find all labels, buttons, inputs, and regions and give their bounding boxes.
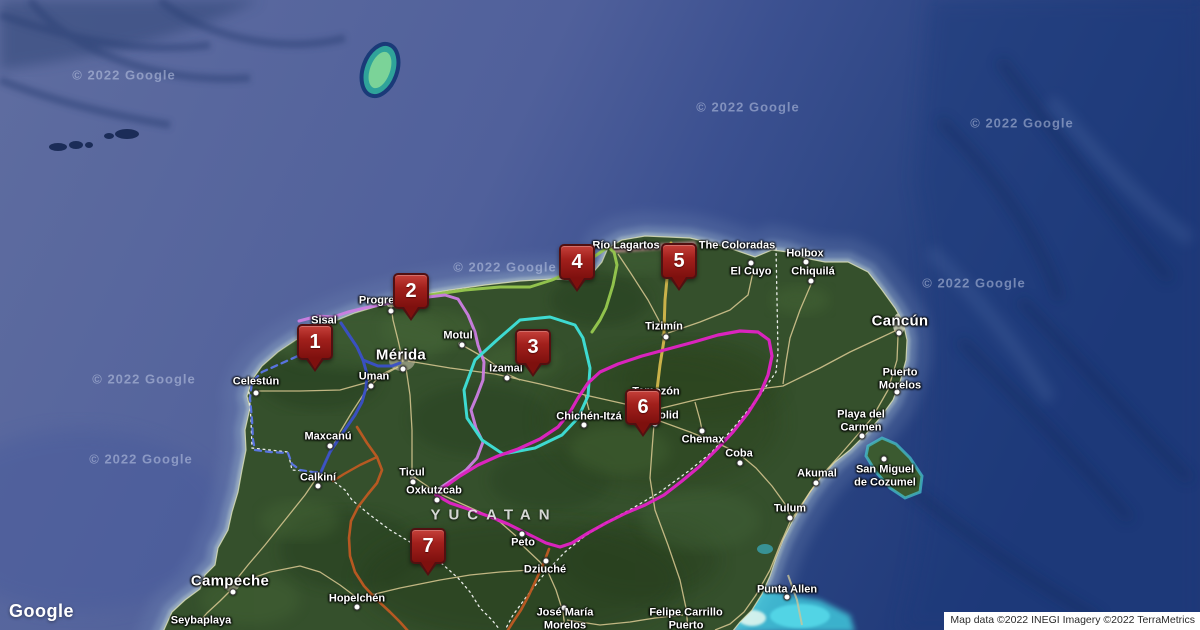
city-dot-maxcan — [327, 443, 334, 450]
google-watermark: © 2022 Google — [92, 372, 196, 387]
city-label-tulum: Tulum — [774, 503, 806, 516]
city-label-hopelch-n: Hopelchén — [329, 593, 385, 606]
city-label-dziuch: Dziuché — [524, 564, 566, 577]
marker-number: 2 — [405, 280, 416, 303]
city-label-campeche: Campeche — [191, 572, 269, 589]
city-label-the-coloradas: The Coloradas — [699, 240, 775, 253]
city-label-jos-mar-a-morelos: José María Morelos — [537, 606, 594, 630]
city-label-felipe-carrillo-puerto: Felipe Carrillo Puerto — [649, 606, 722, 630]
city-dot-chiquil — [808, 278, 815, 285]
marker-number: 5 — [673, 250, 684, 273]
city-dot-coba — [737, 460, 744, 467]
city-dot-izamal — [504, 375, 511, 382]
city-label-calkin: Calkiní — [300, 472, 336, 485]
map-marker-4[interactable]: 4 — [559, 244, 595, 280]
map-marker-2[interactable]: 2 — [393, 273, 429, 309]
city-dot-tulum — [787, 515, 794, 522]
city-label-ticul: Ticul — [399, 467, 424, 480]
city-label-m-rida: Mérida — [376, 346, 426, 363]
city-dot-oxkutzcab — [434, 497, 441, 504]
city-label-oxkutzcab: Oxkutzcab — [406, 485, 462, 498]
city-dot-uman — [368, 383, 375, 390]
city-label-akumal: Akumal — [797, 468, 837, 481]
city-dot-celest-n — [253, 390, 260, 397]
city-dot-m-rida — [400, 366, 407, 373]
city-label-coba: Coba — [725, 448, 753, 461]
city-label-chich-n-itz: Chichén-Itzá — [556, 411, 621, 424]
marker-number: 7 — [422, 535, 433, 558]
city-label-playa-del-carmen: Playa del Carmen — [837, 408, 885, 433]
city-label-r-o-lagartos: Río Lagartos — [592, 240, 659, 253]
city-label-tizim-n: Tizimín — [645, 321, 683, 334]
google-logo[interactable]: Google — [9, 601, 74, 622]
google-watermark: © 2022 Google — [72, 68, 176, 83]
city-label-seybaplaya: Seybaplaya — [171, 615, 232, 628]
city-label-punta-allen: Punta Allen — [757, 584, 817, 597]
map-canvas[interactable]: © 2022 Google © 2022 Google © 2022 Google ©… — [0, 0, 1200, 630]
city-dot-san-miguel-de-cozumel — [881, 456, 888, 463]
marker-number: 6 — [637, 396, 648, 419]
google-watermark: © 2022 Google — [453, 260, 557, 275]
map-marker-7[interactable]: 7 — [410, 528, 446, 564]
city-label-peto: Peto — [511, 537, 535, 550]
marker-number: 4 — [571, 251, 582, 274]
marker-number: 1 — [309, 331, 320, 354]
map-marker-6[interactable]: 6 — [625, 389, 661, 425]
city-dot-tizim-n — [663, 334, 670, 341]
city-label-motul: Motul — [443, 330, 472, 343]
google-watermark: © 2022 Google — [970, 116, 1074, 131]
google-watermark: © 2022 Google — [922, 276, 1026, 291]
marker-number: 3 — [527, 336, 538, 359]
city-label-puerto-morelos: Puerto Morelos — [879, 366, 921, 391]
city-dot-akumal — [813, 480, 820, 487]
map-overlay: © 2022 Google © 2022 Google © 2022 Google ©… — [0, 0, 1200, 630]
city-label-uman: Uman — [359, 371, 390, 384]
city-label-chiquil: Chiquilá — [791, 266, 834, 279]
map-marker-1[interactable]: 1 — [297, 324, 333, 360]
google-watermark: © 2022 Google — [696, 100, 800, 115]
city-label-holbox: Holbox — [786, 248, 823, 261]
map-marker-5[interactable]: 5 — [661, 243, 697, 279]
city-label-chemax: Chemax — [682, 434, 725, 447]
city-label-yucatan: YUCATAN — [430, 506, 557, 523]
map-marker-3[interactable]: 3 — [515, 329, 551, 365]
city-label-san-miguel-de-cozumel: San Miguel de Cozumel — [854, 463, 916, 488]
map-attribution: Map data ©2022 INEGI Imagery ©2022 Terra… — [944, 612, 1200, 630]
city-label-el-cuyo: El Cuyo — [731, 266, 772, 279]
city-dot-canc-n — [896, 330, 903, 337]
city-label-celest-n: Celestún — [233, 376, 279, 389]
city-dot-motul — [459, 342, 466, 349]
city-label-maxcan: Maxcanú — [304, 431, 351, 444]
city-label-canc-n: Cancún — [872, 312, 929, 329]
city-dot-progreso — [388, 308, 395, 315]
google-watermark: © 2022 Google — [89, 452, 193, 467]
